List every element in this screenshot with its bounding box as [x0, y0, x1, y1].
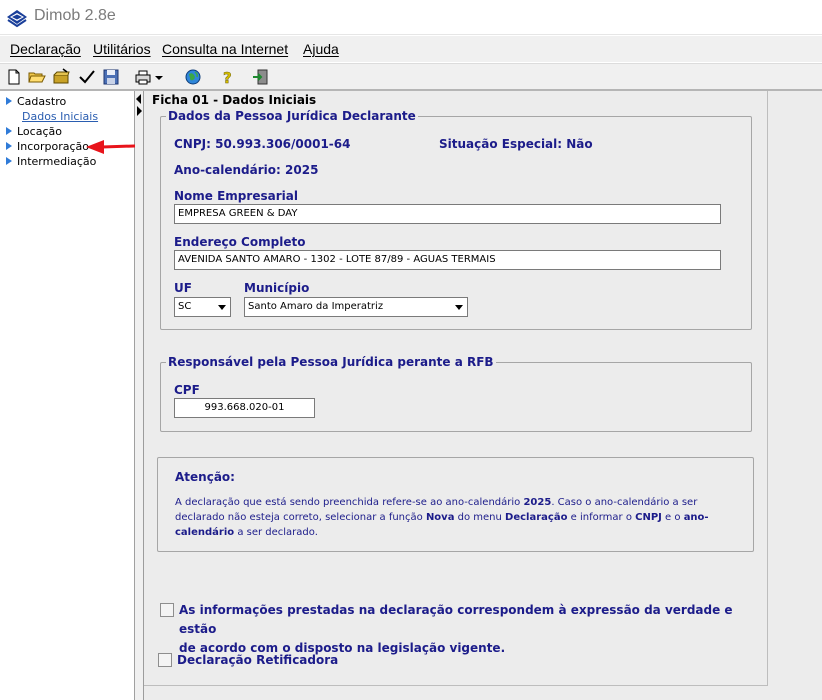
printer-icon[interactable] — [134, 68, 166, 86]
uf-select[interactable]: SC — [174, 297, 231, 317]
rectifier-checkbox[interactable] — [158, 653, 172, 667]
menu-utilitarios[interactable]: Utilitários — [93, 41, 151, 57]
menu-consulta-internet[interactable]: Consulta na Internet — [162, 41, 288, 57]
notice-text: A declaração que está sendo preenchida r… — [175, 497, 709, 538]
tree-item-dados-iniciais[interactable]: Dados Iniciais — [22, 110, 98, 123]
cpf-label: CPF — [174, 383, 200, 397]
menu-ajuda[interactable]: Ajuda — [303, 41, 339, 57]
truth-declaration-checkbox[interactable] — [160, 603, 174, 617]
save-disk-icon[interactable] — [102, 68, 120, 86]
truth-declaration-label: As informações prestadas na declaração c… — [179, 603, 733, 655]
city-label: Município — [244, 281, 310, 295]
responsible-group-legend: Responsável pela Pessoa Jurídica perante… — [166, 355, 496, 369]
help-icon[interactable]: ? — [219, 68, 237, 86]
new-file-icon[interactable] — [5, 68, 23, 86]
company-name-label: Nome Empresarial — [174, 189, 298, 203]
menu-declaracao[interactable]: Declaração — [10, 41, 81, 57]
expand-right-icon[interactable] — [137, 106, 142, 116]
special-situation-label: Situação Especial: Não — [439, 137, 593, 151]
panel-border — [144, 685, 768, 686]
special-situation-value: Não — [566, 137, 593, 151]
toolbar: ? — [0, 63, 822, 91]
responsible-group: Responsável pela Pessoa Jurídica perante… — [160, 355, 752, 432]
open-folder-icon[interactable] — [28, 68, 46, 86]
cnpj-value: 50.993.306/0001-64 — [215, 137, 351, 151]
address-field[interactable]: AVENIDA SANTO AMARO - 1302 - LOTE 87/89 … — [174, 250, 721, 270]
navigation-tree: Cadastro Dados Iniciais Locação Incorpor… — [0, 91, 135, 700]
cnpj-label: CNPJ: 50.993.306/0001-64 — [174, 137, 351, 151]
notice-title: Atenção: — [175, 470, 235, 484]
title-bar: Dimob 2.8e — [0, 0, 822, 35]
check-icon[interactable] — [78, 68, 96, 86]
collapse-left-icon[interactable] — [136, 94, 141, 104]
uf-label: UF — [174, 281, 192, 295]
receita-logo-icon — [7, 10, 27, 28]
city-select[interactable]: Santo Amaro da Imperatriz — [244, 297, 468, 317]
cpf-field[interactable]: 993.668.020-01 — [174, 398, 315, 418]
expand-arrow-icon — [6, 157, 12, 165]
form-panel: Ficha 01 - Dados Iniciais Dados da Pesso… — [143, 91, 822, 700]
tree-item-incorporacao[interactable]: Incorporação — [6, 140, 89, 153]
company-name-field[interactable]: EMPRESA GREEN & DAY — [174, 204, 721, 224]
menu-bar: Declaração Utilitários Consulta na Inter… — [0, 36, 822, 62]
open-package-icon[interactable] — [53, 68, 71, 86]
form-title: Ficha 01 - Dados Iniciais — [152, 93, 317, 107]
svg-text:?: ? — [223, 69, 232, 86]
rectifier-label: Declaração Retificadora — [177, 653, 339, 667]
globe-icon[interactable] — [184, 68, 202, 86]
declarant-group-legend: Dados da Pessoa Jurídica Declarante — [166, 109, 418, 123]
address-label: Endereço Completo — [174, 235, 306, 249]
year-label: Ano-calendário: 2025 — [174, 163, 319, 177]
chevron-down-icon — [218, 305, 226, 310]
year-value: 2025 — [285, 163, 319, 177]
tree-item-cadastro[interactable]: Cadastro — [6, 95, 66, 108]
window-title: Dimob 2.8e — [34, 7, 116, 24]
exit-icon[interactable] — [252, 68, 270, 86]
panel-border — [767, 91, 768, 686]
chevron-down-icon — [455, 305, 463, 310]
expand-arrow-icon — [6, 142, 12, 150]
tree-item-intermediacao[interactable]: Intermediação — [6, 155, 96, 168]
panel-splitter[interactable] — [135, 91, 143, 700]
expand-arrow-icon — [6, 97, 12, 105]
expand-arrow-icon — [6, 127, 12, 135]
tree-item-locacao[interactable]: Locação — [6, 125, 62, 138]
